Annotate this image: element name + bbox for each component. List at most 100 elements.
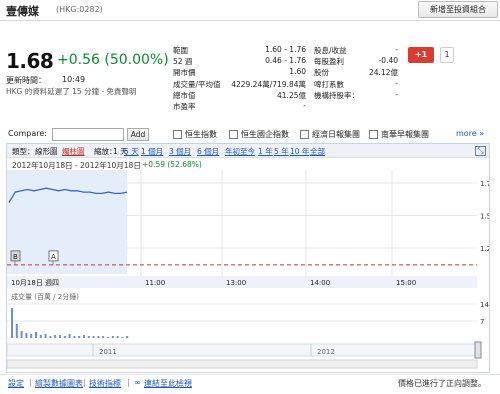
volume-bar xyxy=(97,336,100,338)
stat-value-beta: - xyxy=(395,79,398,88)
overview-strip[interactable] xyxy=(7,343,478,357)
volume-bar xyxy=(78,336,81,338)
volume-bar xyxy=(59,335,61,338)
stat-value-eps: -0.40 xyxy=(378,56,398,65)
checkbox-hket[interactable] xyxy=(300,130,309,139)
volume-label: 成交量 (百萬 / 2分鐘) xyxy=(11,292,79,301)
stat-value-52wk: 0.46 - 1.76 xyxy=(265,56,306,65)
overview-year-label: 2012 xyxy=(317,348,335,356)
chart-type-line[interactable]: 線形圖 xyxy=(35,146,58,157)
zoom-1y[interactable]: 1 年 xyxy=(258,146,273,157)
checkbox-label-hscei: 恒生國企指數 xyxy=(241,130,289,139)
stat-value-inst: - xyxy=(395,90,398,99)
volume-bar xyxy=(11,308,13,338)
x-tick-label: 10月18日 週四 xyxy=(11,278,59,287)
chart-scrollbar[interactable] xyxy=(7,359,478,369)
stat-label-open: 開市價 xyxy=(173,68,196,77)
compare-add-button[interactable]: Add xyxy=(127,128,149,141)
stat-value-dividend: - xyxy=(395,45,398,54)
footer-divider xyxy=(0,374,500,375)
checkbox-scmp[interactable] xyxy=(369,130,378,139)
volume-bar xyxy=(30,334,33,338)
stat-label-mktcap: 總市值 xyxy=(173,91,196,100)
link-icon: ∞ xyxy=(134,378,141,387)
footer-sep: | xyxy=(83,378,86,387)
checkbox-hsi[interactable] xyxy=(173,130,182,139)
volume-bar xyxy=(39,335,42,338)
volume-bar xyxy=(111,336,114,338)
x-tick-label: 15:00 xyxy=(396,279,416,287)
zoom-5y[interactable]: 5 年 xyxy=(274,146,289,157)
gplus-count: 1 xyxy=(440,47,454,63)
stat-label-shares: 股份 xyxy=(314,68,329,77)
volume-bar xyxy=(92,336,95,338)
overview-year-label: 2011 xyxy=(99,348,117,356)
volume-bar xyxy=(49,336,52,338)
stat-value-pe: - xyxy=(303,101,306,110)
header-divider xyxy=(0,20,500,21)
volume-bar xyxy=(44,334,47,338)
chart-flag-label: B xyxy=(13,253,18,261)
stat-label-inst: 機構持股率： xyxy=(314,91,359,100)
footer-draw-link[interactable]: 繪製數據圖表 xyxy=(35,378,83,389)
zoom-all[interactable]: 全部 xyxy=(310,146,325,157)
chart-date-change: +0.59 (52.68%) xyxy=(142,160,202,169)
zoom-1m[interactable]: 1 個月 xyxy=(141,146,163,157)
gplus-label: +1 xyxy=(414,50,428,59)
chart-type-candle[interactable]: 燭柱圖 xyxy=(62,146,85,157)
chart-type-label: 類型： xyxy=(12,147,35,156)
zoom-6m[interactable]: 6 個月 xyxy=(197,146,219,157)
footer-indicators-link[interactable]: 技術指標 xyxy=(89,378,121,389)
volume-tick-label: 14 xyxy=(480,301,489,309)
zoom-5d[interactable]: 5 天 xyxy=(124,146,139,157)
compare-input[interactable] xyxy=(52,128,124,141)
overview-handle[interactable] xyxy=(474,341,482,359)
expand-icon[interactable]: ⤡ xyxy=(475,146,486,156)
checkbox-hscei[interactable] xyxy=(229,130,238,139)
stat-label-52wk: 52 週 xyxy=(173,57,193,66)
stat-value-mktcap: 41.25億 xyxy=(277,91,306,100)
compare-more-link[interactable]: more » xyxy=(456,129,484,138)
stat-value-open: 1.60 xyxy=(289,67,306,76)
price-change: +0.56 (50.00%) xyxy=(57,52,169,68)
zoom-ytd[interactable]: 年初至今 xyxy=(225,146,255,157)
last-price: 1.68 xyxy=(6,49,54,73)
volume-bar xyxy=(121,337,124,338)
volume-bar xyxy=(54,335,57,338)
stat-value-range: 1.60 - 1.76 xyxy=(265,45,306,54)
volume-tick-label: 7 xyxy=(480,318,484,326)
volume-bar xyxy=(102,336,105,338)
volume-bar xyxy=(35,332,37,338)
footer-sep: | xyxy=(29,378,32,387)
google-plus-one-button[interactable]: +1 xyxy=(408,47,434,63)
stat-label-pe: 市盈率 xyxy=(173,102,196,111)
stat-label-beta: 啤打系數 xyxy=(314,80,344,89)
footer-permalink-link[interactable]: 連結至此檢視 xyxy=(144,378,192,389)
volume-bar xyxy=(73,336,76,338)
zoom-10y[interactable]: 10 年 xyxy=(290,146,309,157)
stat-value-shares: 24.12億 xyxy=(369,68,398,77)
volume-bar xyxy=(126,336,129,338)
volume-bar xyxy=(68,334,71,338)
trading-area-shade xyxy=(7,170,127,274)
company-name: 壹傳媒 xyxy=(6,5,39,18)
y-tick-label: 1.25 xyxy=(480,245,489,253)
checkbox-label-hket: 經濟日報集團 xyxy=(312,130,360,139)
price-chart[interactable]: 1.75 1.50 1.25 B A 10月18日 週四 11:00 13:00 14:00… xyxy=(7,170,489,372)
updated-label: 更新時間： xyxy=(6,76,46,85)
zoom-3m[interactable]: 3 個月 xyxy=(169,146,191,157)
footer-settings-link[interactable]: 設定 xyxy=(8,378,24,389)
volume-bar xyxy=(83,335,85,338)
stat-value-volume: 4229.24萬/719.84萬 xyxy=(231,80,306,89)
volume-bar xyxy=(25,333,28,338)
stat-label-dividend: 股息/收益 xyxy=(314,46,347,55)
y-tick-label: 1.75 xyxy=(480,180,489,188)
stat-label-volume: 成交量/平均值 xyxy=(173,80,221,89)
delay-disclaimer[interactable]: HKG 的資料延遲了 15 分鐘 - 免責聲明 xyxy=(6,86,137,97)
volume-bar xyxy=(20,331,23,338)
volume-bar xyxy=(116,336,119,338)
x-tick-label: 13:00 xyxy=(226,279,246,287)
volume-bar xyxy=(87,336,90,338)
add-to-portfolio-button[interactable]: 新增至投資組合 xyxy=(418,1,498,18)
volume-bar xyxy=(63,336,66,338)
